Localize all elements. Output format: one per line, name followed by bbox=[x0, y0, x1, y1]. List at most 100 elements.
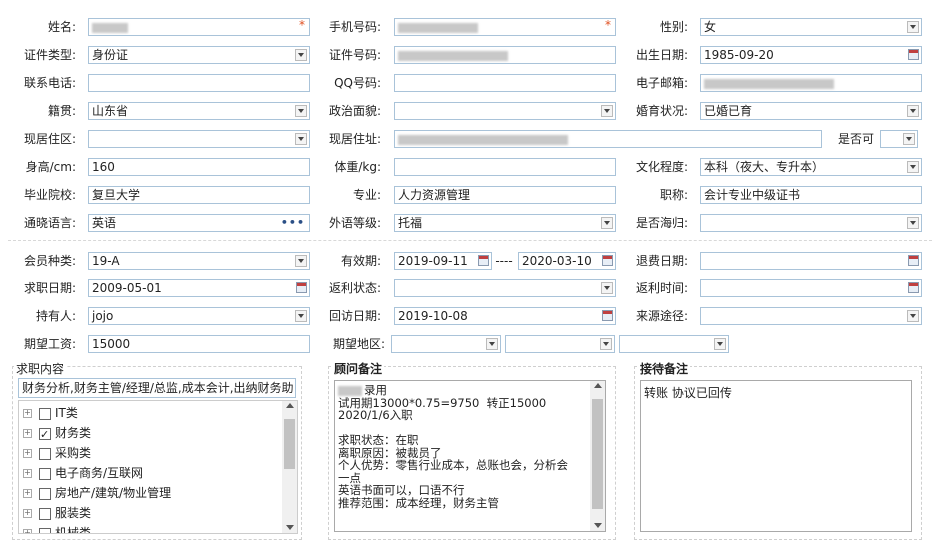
checkbox[interactable] bbox=[39, 467, 51, 480]
rebate-select[interactable] bbox=[394, 279, 616, 297]
calendar-icon[interactable] bbox=[602, 255, 613, 266]
checkbox[interactable] bbox=[39, 507, 51, 520]
job-summary-input[interactable]: 财务分析,财务主管/经理/总监,成本会计,出纳财务助 bbox=[18, 378, 296, 398]
chevron-down-icon[interactable] bbox=[295, 133, 307, 145]
chevron-down-icon[interactable] bbox=[903, 133, 915, 145]
tel-input[interactable] bbox=[88, 74, 310, 92]
chevron-down-icon[interactable] bbox=[907, 105, 919, 117]
school-input[interactable]: 复旦大学 bbox=[88, 186, 310, 204]
tree-item[interactable]: + IT类 bbox=[23, 403, 78, 423]
refund-date-input[interactable] bbox=[700, 252, 922, 270]
plus-icon[interactable]: + bbox=[23, 469, 32, 478]
tree-item[interactable]: + 服装类 bbox=[23, 503, 91, 523]
plus-icon[interactable]: + bbox=[23, 509, 32, 518]
scroll-up-icon[interactable] bbox=[286, 403, 294, 408]
lang-input[interactable]: 英语 ••• bbox=[88, 214, 310, 232]
holder-label: 持有人: bbox=[35, 309, 76, 323]
chevron-down-icon[interactable] bbox=[600, 338, 612, 350]
scroll-thumb[interactable] bbox=[284, 419, 295, 469]
checkbox[interactable] bbox=[39, 407, 51, 420]
notes-scrollbar[interactable] bbox=[590, 381, 605, 531]
reception-notes-textarea[interactable]: 转账 协议已回传 bbox=[640, 380, 912, 532]
chevron-down-icon[interactable] bbox=[601, 105, 613, 117]
valid-from-input[interactable]: 2019-09-11 bbox=[394, 252, 492, 270]
valid-to-input[interactable]: 2020-03-10 bbox=[518, 252, 616, 270]
chevron-down-icon[interactable] bbox=[907, 310, 919, 322]
returnee-select[interactable] bbox=[700, 214, 922, 232]
chevron-down-icon[interactable] bbox=[295, 310, 307, 322]
calendar-icon[interactable] bbox=[908, 255, 919, 266]
plus-icon[interactable]: + bbox=[23, 529, 32, 533]
yesno-select[interactable] bbox=[880, 130, 918, 148]
salary-input[interactable]: 15000 bbox=[88, 335, 310, 353]
height-input[interactable]: 160 bbox=[88, 158, 310, 176]
calendar-icon[interactable] bbox=[602, 310, 613, 321]
email-input[interactable] bbox=[700, 74, 922, 92]
tree-item[interactable]: + 采购类 bbox=[23, 443, 91, 463]
tree-item[interactable]: + 电子商务/互联网 bbox=[23, 463, 143, 483]
jobdate-input[interactable]: 2009-05-01 bbox=[88, 279, 310, 297]
birth-date-input[interactable]: 1985-09-20 bbox=[700, 46, 922, 64]
rebatetime-input[interactable] bbox=[700, 279, 922, 297]
title-input[interactable]: 会计专业中级证书 bbox=[700, 186, 922, 204]
checkbox[interactable] bbox=[39, 425, 51, 445]
calendar-icon[interactable] bbox=[908, 282, 919, 293]
tree-scrollbar[interactable] bbox=[282, 401, 297, 533]
calendar-icon[interactable] bbox=[478, 255, 489, 266]
name-input[interactable]: * bbox=[88, 18, 310, 36]
idno-input[interactable] bbox=[394, 46, 616, 64]
gender-select[interactable]: 女 bbox=[700, 18, 922, 36]
chevron-down-icon[interactable] bbox=[295, 49, 307, 61]
tree-item[interactable]: + 机械类 bbox=[23, 523, 91, 533]
chevron-down-icon[interactable] bbox=[295, 255, 307, 267]
weight-input[interactable] bbox=[394, 158, 616, 176]
political-select[interactable] bbox=[394, 102, 616, 120]
chevron-down-icon[interactable] bbox=[601, 282, 613, 294]
chevron-down-icon[interactable] bbox=[907, 217, 919, 229]
member-select[interactable]: 19-A bbox=[88, 252, 310, 270]
plus-icon[interactable]: + bbox=[23, 449, 32, 458]
plus-icon[interactable]: + bbox=[23, 409, 32, 418]
checkbox[interactable] bbox=[39, 487, 51, 500]
tree-item-label: 服装类 bbox=[55, 506, 92, 520]
more-icon[interactable]: ••• bbox=[281, 215, 305, 231]
area-province-select[interactable] bbox=[391, 335, 501, 353]
checkbox[interactable] bbox=[39, 527, 51, 533]
major-input[interactable]: 人力资源管理 bbox=[394, 186, 616, 204]
chevron-down-icon[interactable] bbox=[295, 105, 307, 117]
plus-icon[interactable]: + bbox=[23, 429, 32, 438]
tree-item[interactable]: + 房地产/建筑/物业管理 bbox=[23, 483, 171, 503]
chevron-down-icon[interactable] bbox=[486, 338, 498, 350]
address-input[interactable] bbox=[394, 130, 822, 148]
mobile-input[interactable]: * bbox=[394, 18, 616, 36]
visit-date-input[interactable]: 2019-10-08 bbox=[394, 307, 616, 325]
job-category-tree[interactable]: + IT类 + 财务类 + 采购类 + 电子商务/互联网 + 房地产/建筑/物业管理 + 服装类 + 机械… bbox=[18, 400, 298, 534]
chevron-down-icon[interactable] bbox=[907, 161, 919, 173]
qq-input[interactable] bbox=[394, 74, 616, 92]
checkbox[interactable] bbox=[39, 447, 51, 460]
advisor-notes-textarea[interactable]: 录用 试用期13000*0.75=9750 转正15000 2020/1/6入职 求… bbox=[334, 380, 606, 532]
scroll-down-icon[interactable] bbox=[286, 525, 294, 530]
scroll-up-icon[interactable] bbox=[594, 383, 602, 388]
plus-icon[interactable]: + bbox=[23, 489, 32, 498]
flevel-select[interactable]: 托福 bbox=[394, 214, 616, 232]
tree-item[interactable]: + 财务类 bbox=[23, 423, 91, 445]
holder-select[interactable]: jojo bbox=[88, 307, 310, 325]
marital-select[interactable]: 已婚已育 bbox=[700, 102, 922, 120]
area-district-select[interactable] bbox=[619, 335, 729, 353]
idtype-select[interactable]: 身份证 bbox=[88, 46, 310, 64]
region-select[interactable] bbox=[88, 130, 310, 148]
calendar-icon[interactable] bbox=[908, 49, 919, 60]
refund-label: 退费日期: bbox=[635, 254, 688, 268]
edu-select[interactable]: 本科（夜大、专升本） bbox=[700, 158, 922, 176]
chevron-down-icon[interactable] bbox=[601, 217, 613, 229]
native-select[interactable]: 山东省 bbox=[88, 102, 310, 120]
area-city-select[interactable] bbox=[505, 335, 615, 353]
scroll-down-icon[interactable] bbox=[594, 523, 602, 528]
chevron-down-icon[interactable] bbox=[907, 21, 919, 33]
chevron-down-icon[interactable] bbox=[714, 338, 726, 350]
scroll-thumb[interactable] bbox=[592, 399, 603, 509]
calendar-icon[interactable] bbox=[296, 282, 307, 293]
source-select[interactable] bbox=[700, 307, 922, 325]
email-label: 电子邮箱: bbox=[635, 76, 688, 90]
